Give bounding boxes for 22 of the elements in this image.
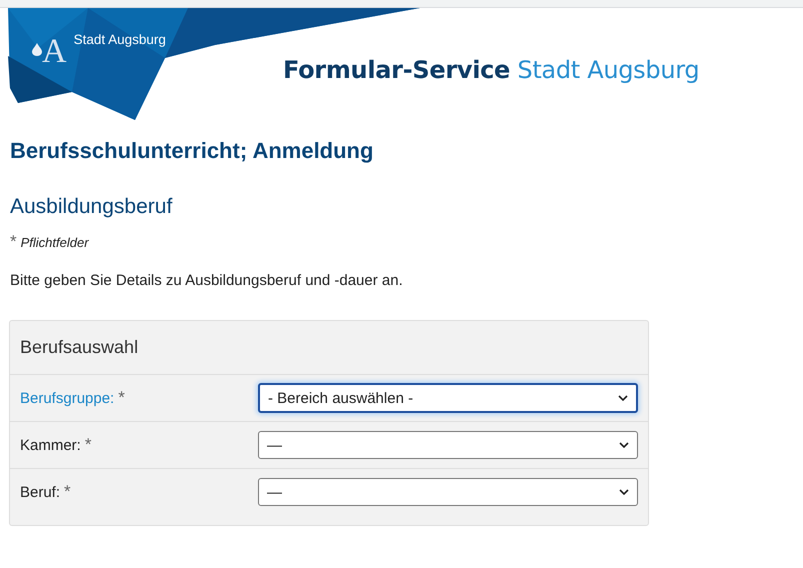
section-title: Ausbildungsberuf — [10, 195, 174, 219]
field-label: Berufsgruppe: — [20, 390, 114, 406]
site-title: Formular-Service Stadt Augsburg — [283, 56, 700, 84]
logo-letter: A — [42, 35, 67, 69]
required-mark: * — [10, 232, 17, 252]
chevron-down-icon — [619, 489, 629, 495]
chevron-down-icon — [618, 395, 628, 401]
chevron-down-icon — [619, 442, 629, 448]
intro-text: Bitte geben Sie Details zu Ausbildungsberuf und -dauer an. — [10, 272, 404, 289]
select-field[interactable]: - Bereich auswählen - — [258, 383, 638, 413]
required-note: Pflichtfelder — [20, 234, 89, 250]
select-field[interactable]: — — [258, 431, 638, 459]
select-field[interactable]: — — [258, 478, 638, 506]
page-title: Berufsschulunterricht; Anmeldung — [10, 138, 374, 164]
field-label: Kammer: — [20, 436, 81, 454]
panel-title: Berufsauswahl — [20, 337, 140, 358]
logo-text: Stadt Augsburg — [74, 32, 166, 47]
required-mark: * — [64, 482, 71, 502]
required-mark: * — [118, 388, 125, 408]
field-label: Beruf: — [20, 484, 60, 500]
drop-icon — [32, 43, 42, 56]
required-mark: * — [84, 435, 92, 455]
